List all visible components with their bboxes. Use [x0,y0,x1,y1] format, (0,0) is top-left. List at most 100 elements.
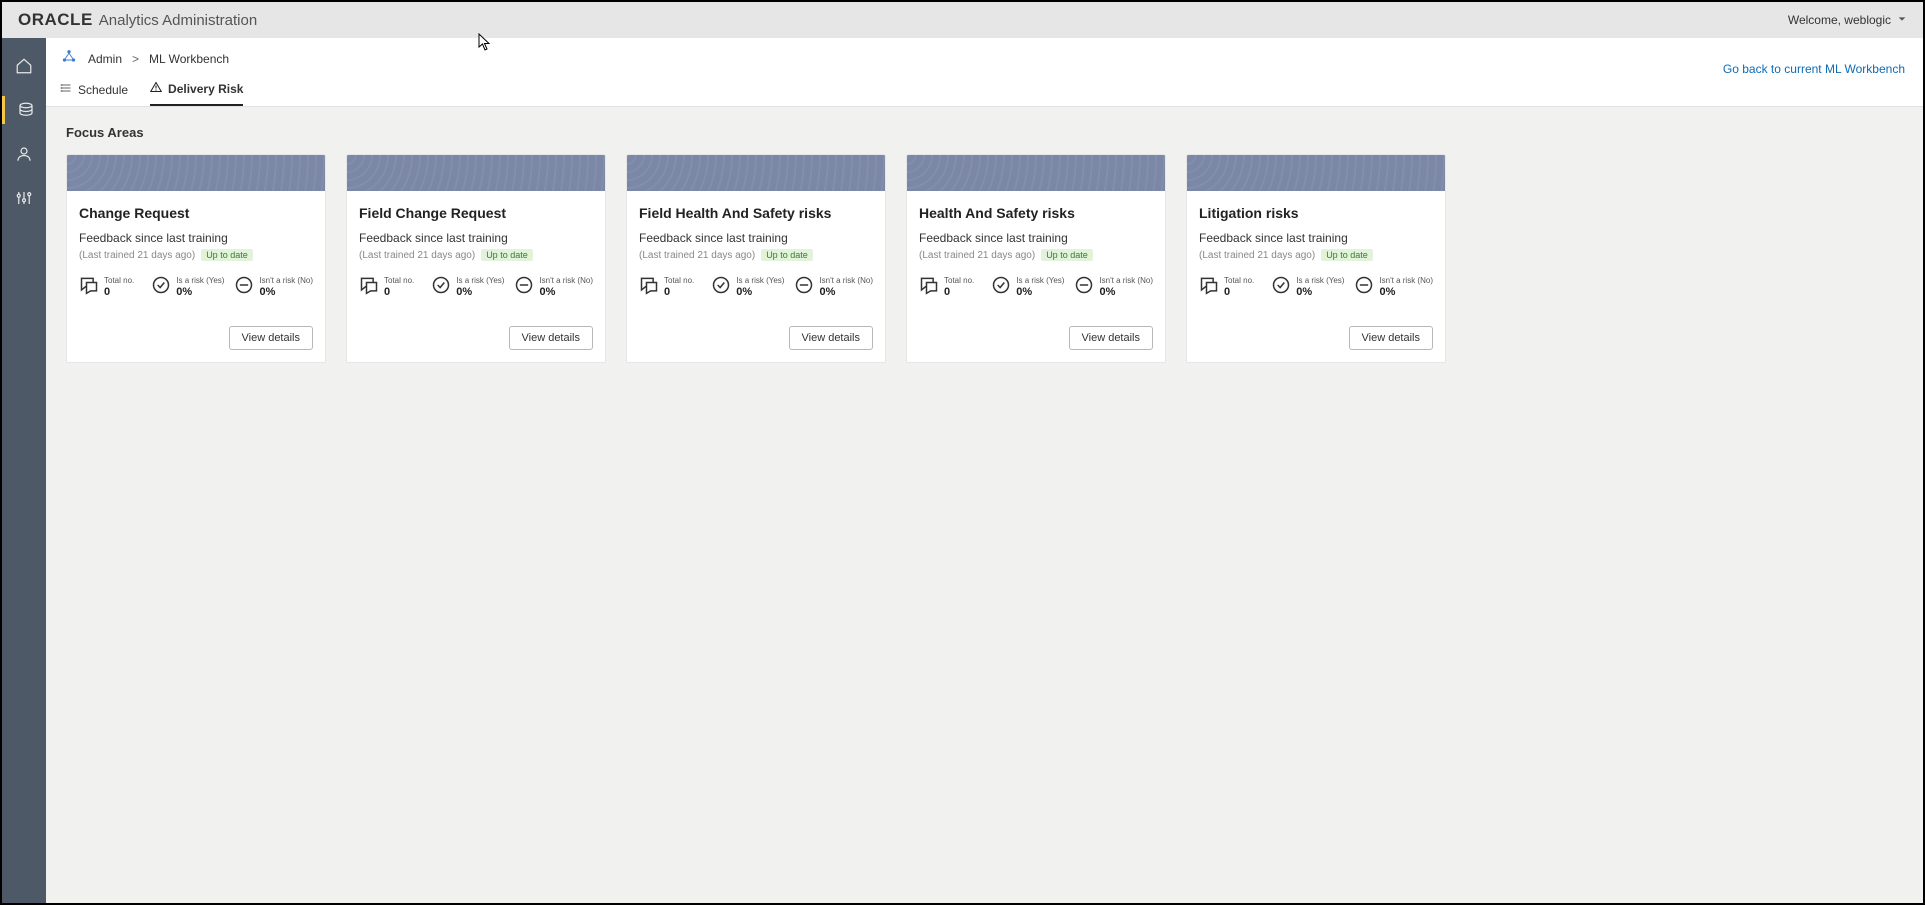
check-circle-icon [151,275,171,300]
card-banner [907,155,1165,191]
view-details-button[interactable]: View details [1069,326,1154,350]
brand-logo: ORACLE [18,10,93,30]
tab-schedule[interactable]: Schedule [60,81,128,106]
stat-yes-label: Is a risk (Yes) [736,277,784,286]
focus-area-card: Litigation risks Feedback since last tra… [1186,154,1446,363]
stat-total: Total no. 0 [359,275,421,300]
stat-yes: Is a risk (Yes) 0% [711,275,784,300]
card-trained-label: (Last trained 21 days ago) [639,250,755,261]
stat-total-value: 0 [1224,286,1254,298]
focus-area-card: Field Change Request Feedback since last… [346,154,606,363]
chat-icon [359,275,379,300]
card-title: Health And Safety risks [919,205,1153,221]
card-trained-label: (Last trained 21 days ago) [359,250,475,261]
breadcrumb: Admin > ML Workbench [60,48,1909,69]
card-meta: (Last trained 21 days ago) Up to date [359,249,593,261]
stat-no: Isn't a risk (No) 0% [234,275,313,300]
focus-area-card: Change Request Feedback since last train… [66,154,326,363]
section-title: Focus Areas [66,125,1903,140]
stat-total: Total no. 0 [639,275,701,300]
card-feedback-label: Feedback since last training [1199,231,1433,245]
card-banner [347,155,605,191]
card-trained-label: (Last trained 21 days ago) [919,250,1035,261]
warning-icon [150,81,162,96]
stat-total-value: 0 [664,286,694,298]
tab-delivery-risk[interactable]: Delivery Risk [150,81,243,106]
stat-yes-value: 0% [176,286,224,298]
stat-total-label: Total no. [1224,277,1254,286]
sidebar [2,38,46,903]
sidebar-item-user[interactable] [2,140,46,168]
tabs: Schedule Delivery Risk [60,81,1909,106]
card-meta: (Last trained 21 days ago) Up to date [1199,249,1433,261]
minus-circle-icon [794,275,814,300]
stat-no-value: 0% [1379,286,1433,298]
user-menu[interactable]: Welcome, weblogic [1788,13,1907,27]
check-circle-icon [991,275,1011,300]
stat-no: Isn't a risk (No) 0% [514,275,593,300]
view-details-button[interactable]: View details [789,326,874,350]
card-title: Change Request [79,205,313,221]
stat-no-label: Isn't a risk (No) [1379,277,1433,286]
breadcrumb-icon [60,48,78,69]
stat-yes-value: 0% [1016,286,1064,298]
app-header: ORACLE Analytics Administration Welcome,… [2,2,1923,38]
card-feedback-label: Feedback since last training [639,231,873,245]
view-details-button[interactable]: View details [509,326,594,350]
breadcrumb-sep: > [132,52,139,66]
stat-total-label: Total no. [384,277,414,286]
stat-yes-value: 0% [736,286,784,298]
stat-yes-label: Is a risk (Yes) [1016,277,1064,286]
stat-yes-label: Is a risk (Yes) [456,277,504,286]
stat-no-label: Isn't a risk (No) [539,277,593,286]
stat-yes-label: Is a risk (Yes) [1296,277,1344,286]
view-details-button[interactable]: View details [229,326,314,350]
stat-no: Isn't a risk (No) 0% [794,275,873,300]
status-badge: Up to date [201,249,253,261]
focus-area-card: Field Health And Safety risks Feedback s… [626,154,886,363]
stat-no-value: 0% [539,286,593,298]
crumb-tab-bar: Admin > ML Workbench Schedule Delivery R… [46,38,1923,107]
stat-total: Total no. 0 [919,275,981,300]
stat-total-value: 0 [384,286,414,298]
breadcrumb-ml-workbench[interactable]: ML Workbench [149,52,229,66]
stat-no-label: Isn't a risk (No) [819,277,873,286]
check-circle-icon [711,275,731,300]
view-details-button[interactable]: View details [1349,326,1434,350]
card-banner [67,155,325,191]
stat-total-label: Total no. [944,277,974,286]
check-circle-icon [431,275,451,300]
breadcrumb-admin[interactable]: Admin [88,52,122,66]
card-meta: (Last trained 21 days ago) Up to date [919,249,1153,261]
card-stats: Total no. 0 Is a risk (Yes) 0% [1199,275,1433,300]
sidebar-item-home[interactable] [2,52,46,80]
back-link[interactable]: Go back to current ML Workbench [1723,62,1905,76]
content: Focus Areas Change Request Feedback sinc… [46,107,1923,381]
chat-icon [1199,275,1219,300]
sidebar-item-data[interactable] [2,96,46,124]
chevron-down-icon [1897,13,1907,27]
check-circle-icon [1271,275,1291,300]
welcome-text: Welcome, weblogic [1788,13,1891,27]
stat-no-label: Isn't a risk (No) [259,277,313,286]
stat-yes: Is a risk (Yes) 0% [151,275,224,300]
sidebar-item-settings[interactable] [2,184,46,212]
stat-yes: Is a risk (Yes) 0% [991,275,1064,300]
card-title: Field Change Request [359,205,593,221]
card-stats: Total no. 0 Is a risk (Yes) 0% [639,275,873,300]
stat-total: Total no. 0 [1199,275,1261,300]
schedule-icon [60,82,72,97]
card-meta: (Last trained 21 days ago) Up to date [79,249,313,261]
stat-yes-label: Is a risk (Yes) [176,277,224,286]
chat-icon [79,275,99,300]
status-badge: Up to date [761,249,813,261]
card-banner [627,155,885,191]
stat-no-value: 0% [259,286,313,298]
stat-total-label: Total no. [104,277,134,286]
stat-total-value: 0 [944,286,974,298]
stat-no: Isn't a risk (No) 0% [1074,275,1153,300]
stat-no: Isn't a risk (No) 0% [1354,275,1433,300]
stat-total: Total no. 0 [79,275,141,300]
brand-subtitle: Analytics Administration [99,12,257,29]
minus-circle-icon [234,275,254,300]
